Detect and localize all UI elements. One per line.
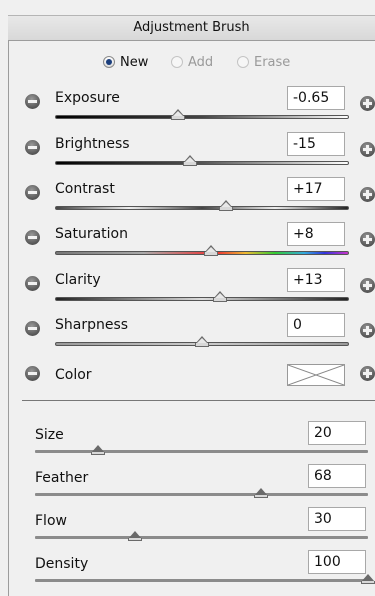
mode-add-label: Add xyxy=(188,55,214,70)
sharpness-slider-thumb-base[interactable] xyxy=(195,343,209,347)
decrease-saturation-icon[interactable] xyxy=(25,230,40,245)
increase-brightness-icon[interactable] xyxy=(360,142,375,157)
brightness-slider-track[interactable] xyxy=(55,161,349,165)
sharpness-value-field[interactable]: 0 xyxy=(287,313,345,337)
brush-mode-group: New Add Erase xyxy=(0,54,375,72)
increase-clarity-icon[interactable] xyxy=(360,278,375,293)
exposure-row: Exposure -0.65 xyxy=(0,86,375,126)
clarity-label: Clarity xyxy=(55,272,101,288)
radio-selected-icon xyxy=(103,56,115,68)
mode-new-label: New xyxy=(120,55,149,70)
exposure-slider-track[interactable] xyxy=(55,115,349,119)
color-row: Color xyxy=(0,361,375,401)
decrease-clarity-icon[interactable] xyxy=(25,276,40,291)
color-label: Color xyxy=(55,367,92,383)
density-label: Density xyxy=(35,556,89,572)
flow-value-field[interactable]: 30 xyxy=(308,507,366,531)
adjustment-brush-panel: Adjustment Brush New Add Erase Exposure … xyxy=(0,0,375,596)
feather-value-field[interactable]: 68 xyxy=(308,464,366,488)
increase-exposure-icon[interactable] xyxy=(360,96,375,111)
clarity-row: Clarity +13 xyxy=(0,268,375,308)
sharpness-label: Sharpness xyxy=(55,317,129,333)
contrast-slider-track[interactable] xyxy=(55,206,349,210)
exposure-label: Exposure xyxy=(55,90,120,106)
saturation-value-field[interactable]: +8 xyxy=(287,222,345,246)
feather-slider-track[interactable] xyxy=(35,493,368,496)
decrease-brightness-icon[interactable] xyxy=(25,140,40,155)
increase-sharpness-icon[interactable] xyxy=(360,323,375,338)
decrease-exposure-icon[interactable] xyxy=(25,94,40,109)
remove-color-icon[interactable] xyxy=(25,366,40,381)
flow-slider-thumb-base[interactable] xyxy=(127,538,142,541)
saturation-slider-track[interactable] xyxy=(55,251,349,255)
panel-title: Adjustment Brush xyxy=(8,15,375,41)
size-value-field[interactable]: 20 xyxy=(308,421,366,445)
no-color-icon xyxy=(287,364,345,386)
increase-contrast-icon[interactable] xyxy=(360,187,375,202)
flow-label: Flow xyxy=(35,513,67,529)
brightness-slider-thumb-base[interactable] xyxy=(183,162,198,166)
exposure-slider-thumb-base[interactable] xyxy=(171,116,186,120)
contrast-row: Contrast +17 xyxy=(0,177,375,217)
clarity-value-field[interactable]: +13 xyxy=(287,268,345,292)
saturation-slider-thumb-base[interactable] xyxy=(203,252,218,256)
exposure-value-field[interactable]: -0.65 xyxy=(287,86,345,110)
increase-saturation-icon[interactable] xyxy=(360,232,375,247)
brightness-label: Brightness xyxy=(55,136,130,152)
density-row: Density 100 xyxy=(0,550,375,590)
contrast-label: Contrast xyxy=(55,181,115,197)
decrease-sharpness-icon[interactable] xyxy=(25,321,40,336)
density-slider-thumb-base[interactable] xyxy=(361,581,375,584)
sharpness-row: Sharpness 0 xyxy=(0,313,375,353)
feather-row: Feather 68 xyxy=(0,464,375,504)
saturation-label: Saturation xyxy=(55,226,128,242)
contrast-slider-thumb-base[interactable] xyxy=(218,207,233,211)
decrease-contrast-icon[interactable] xyxy=(25,185,40,200)
density-slider-track[interactable] xyxy=(35,579,368,582)
saturation-row: Saturation +8 xyxy=(0,222,375,262)
radio-unselected-icon xyxy=(171,56,183,68)
size-row: Size 20 xyxy=(0,421,375,461)
feather-label: Feather xyxy=(35,470,89,486)
radio-unselected-icon xyxy=(237,56,249,68)
brightness-value-field[interactable]: -15 xyxy=(287,132,345,156)
section-divider xyxy=(22,400,375,401)
flow-row: Flow 30 xyxy=(0,507,375,547)
feather-slider-thumb-base[interactable] xyxy=(254,495,269,498)
density-value-field[interactable]: 100 xyxy=(308,550,366,574)
color-swatch[interactable] xyxy=(287,364,345,386)
clarity-slider-track[interactable] xyxy=(55,297,349,301)
contrast-value-field[interactable]: +17 xyxy=(287,177,345,201)
mode-erase-label: Erase xyxy=(254,55,291,70)
clarity-slider-thumb-base[interactable] xyxy=(212,298,227,302)
flow-slider-track[interactable] xyxy=(35,536,368,539)
size-slider-thumb-base[interactable] xyxy=(91,452,106,455)
brightness-row: Brightness -15 xyxy=(0,132,375,172)
size-label: Size xyxy=(35,427,64,443)
size-slider-track[interactable] xyxy=(35,450,368,453)
add-color-icon[interactable] xyxy=(360,366,375,381)
